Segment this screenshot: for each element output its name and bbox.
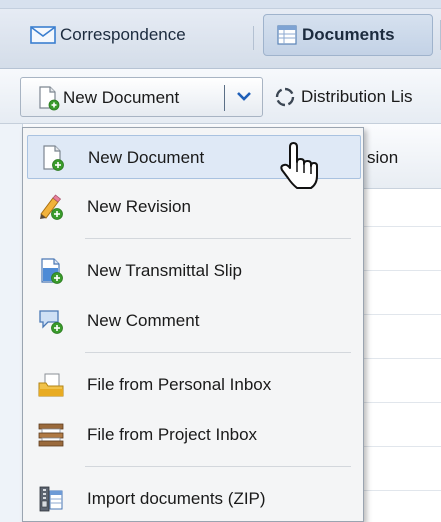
app-frame: Correspondence Documents New Document Di… [0,0,441,522]
documents-grid-icon [276,24,298,46]
chevron-down-icon [235,89,253,108]
project-inbox-icon [37,421,65,449]
documents-toolbar: New Document Distribution Lis [0,69,441,124]
hand-pointer-cursor-icon [278,138,322,192]
tab-documents[interactable]: Documents [263,14,433,56]
menu-item-import-documents-zip[interactable]: Import documents (ZIP) [27,477,361,521]
menu-item-new-comment[interactable]: New Comment [27,299,361,343]
menu-separator [85,238,351,239]
split-button-divider [224,85,225,111]
menu-item-label: File from Project Inbox [87,425,258,444]
menu-item-file-from-project-inbox[interactable]: File from Project Inbox [27,413,361,457]
new-transmittal-slip-icon [37,257,65,285]
import-zip-icon [37,485,65,513]
menu-item-label: New Revision [87,197,191,216]
tab-bar-top-strip [0,0,441,9]
personal-inbox-icon [37,371,65,399]
new-document-split-button: New Document [20,77,263,117]
new-document-dropdown-toggle[interactable] [228,82,260,114]
distribution-list-label: Distribution Lis [301,87,413,106]
menu-separator [85,466,351,467]
menu-item-label: File from Personal Inbox [87,375,272,394]
new-revision-icon [37,193,65,221]
tab-documents-label: Documents [302,25,395,44]
menu-item-label: New Transmittal Slip [87,261,242,280]
grid-column-header-revision[interactable]: sion [367,148,398,168]
menu-item-label: New Comment [87,311,200,330]
menu-item-label: Import documents (ZIP) [87,489,266,508]
envelope-icon [30,25,56,45]
module-tab-bar: Correspondence Documents [0,0,441,69]
distribution-list-button[interactable]: Distribution Lis [273,82,413,112]
new-document-icon [35,85,61,111]
grid-row-selector-column [0,124,23,522]
new-document-button[interactable]: New Document [35,84,179,112]
new-document-icon [38,144,66,172]
menu-item-file-from-personal-inbox[interactable]: File from Personal Inbox [27,363,361,407]
menu-separator [85,352,351,353]
tab-correspondence-label: Correspondence [60,25,186,44]
menu-item-new-transmittal-slip[interactable]: New Transmittal Slip [27,249,361,293]
menu-item-label: New Document [88,148,205,167]
distribution-cycle-icon [273,85,297,109]
new-document-button-label: New Document [63,88,180,107]
tab-correspondence[interactable]: Correspondence [30,14,186,56]
new-comment-icon [37,307,65,335]
tab-separator [253,26,254,50]
